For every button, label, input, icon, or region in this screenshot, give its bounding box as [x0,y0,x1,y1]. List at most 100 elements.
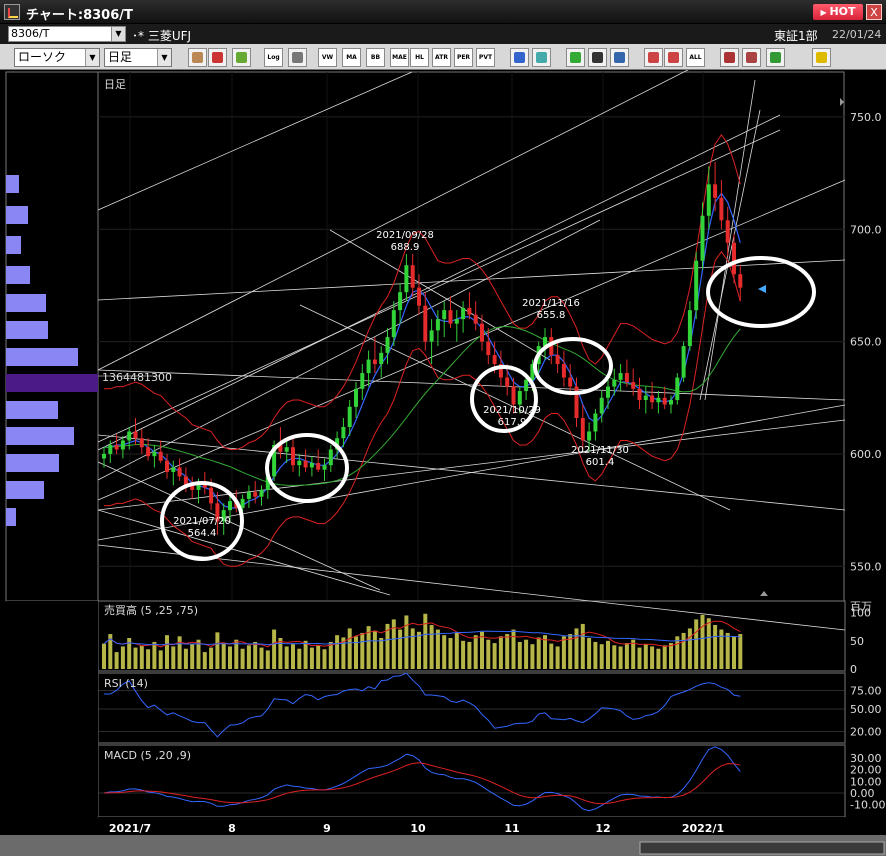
annotation-value: 688.9 [391,242,420,253]
excel-button[interactable] [766,48,785,67]
candle-body [253,492,258,497]
volume-bar [536,637,541,669]
search-button[interactable] [510,48,529,67]
volume-bar [486,639,491,669]
rsi-panel-title: RSI (14) [104,677,148,690]
zoom-button[interactable] [742,48,761,67]
zoom-icon [746,52,757,63]
candle-body [404,265,409,293]
undo-button[interactable] [610,48,629,67]
candle-body [618,373,623,380]
volume-profile-bar [6,321,48,339]
pen-button[interactable] [566,48,585,67]
mae-button[interactable]: MAE [390,48,409,67]
candle2-icon [668,52,679,63]
volume-bar [505,634,510,669]
volume-bar [480,631,484,669]
warning-button[interactable] [812,48,831,67]
candle-body [366,359,371,374]
volume-bar [328,641,333,669]
candle-body [467,307,472,315]
volume-profile-bar [6,266,30,284]
chart-area[interactable]: 750.0 700.0 650.0 600.0 550.0 1364481300 2021/… [0,70,886,856]
cursor-button[interactable] [588,48,607,67]
ma-button[interactable]: MA [342,48,361,67]
title-bar[interactable]: チャート:8306/T HOT X [0,0,886,24]
volume-bar [202,652,207,669]
log-button[interactable]: Log [264,48,283,67]
candle-body [555,355,560,365]
candle-body [435,319,440,331]
volume-bar [240,648,245,669]
volume-panel-title: 売買高 (5 ,25 ,75) [104,603,198,617]
window-button[interactable] [532,48,551,67]
volume-bar [524,639,529,669]
volume-bar [102,643,106,669]
gear-button[interactable] [188,48,207,67]
candle-color-button[interactable] [208,48,227,67]
palette-button[interactable] [232,48,251,67]
candle-body [681,346,686,378]
volume-bar [706,618,711,669]
candle-body [593,413,598,432]
rsi-y-tick-label: 50.00 [850,703,882,716]
hot-button[interactable]: HOT [813,4,863,20]
chevron-down-icon[interactable]: ▼ [111,27,125,41]
candle-body [599,397,604,414]
volume-bar [278,638,283,669]
symbol-input[interactable]: 8306/T ▼ [8,26,126,42]
hl-button[interactable]: HL [410,48,429,67]
market-label: 東証1部 [774,29,818,43]
download-icon [724,52,735,63]
vwap-button[interactable]: VW [318,48,337,67]
price-y-tick-label: 550.0 [850,560,882,573]
candle-body [360,373,365,389]
volume-bar [209,647,214,669]
candle-body [669,400,673,405]
download-button[interactable] [720,48,739,67]
period-select[interactable]: 日足 ▼ [104,48,172,67]
all-button[interactable]: ALL [686,48,705,67]
warning-icon [816,52,827,63]
pvt-button[interactable]: PVT [476,48,495,67]
candle-body [700,215,705,261]
x-tick-label: 9 [323,822,331,835]
candle-body [675,377,680,401]
volume-bar [429,625,434,669]
volume-bar [171,646,176,669]
macd-panel-title: MACD (5 ,20 ,9) [104,749,191,762]
per-button[interactable]: PER [454,48,473,67]
volume-bar [467,641,472,669]
chart-canvas[interactable]: 750.0700.0650.0600.0550.013644813002021/… [0,70,886,856]
candle-body [209,487,214,504]
x-axis-bar [98,817,845,835]
volume-bar [316,645,321,669]
atr-button[interactable]: ATR [432,48,451,67]
candle-body [133,431,138,439]
annotation-date: 2021/11/16 [522,298,580,309]
volume-bar [549,643,554,669]
candle-body [587,431,592,441]
bb-button[interactable]: BB [366,48,385,67]
grid-button[interactable] [288,48,307,67]
candle-body [473,314,478,324]
volume-bar [561,636,566,669]
volume-bar [580,623,585,669]
close-button[interactable]: X [866,4,882,20]
x-tick-label: 10 [410,822,426,835]
volume-bar [272,629,277,669]
volume-profile-bar [6,175,19,193]
candle-button[interactable] [644,48,663,67]
chart-type-select[interactable]: ローソク ▼ [14,48,100,67]
chevron-down-icon: ▼ [85,49,99,66]
volume-bar [423,613,428,669]
candle-body [511,386,516,405]
candle-body [127,431,132,441]
annotation-value: 601.4 [586,457,615,468]
volume-bar [309,647,314,669]
volume-bar [631,639,636,669]
macd-y-tick-label: -10.00 [850,799,885,812]
scrollbar-thumb[interactable] [639,841,885,855]
volume-bar [454,632,459,669]
candle2-button[interactable] [664,48,683,67]
